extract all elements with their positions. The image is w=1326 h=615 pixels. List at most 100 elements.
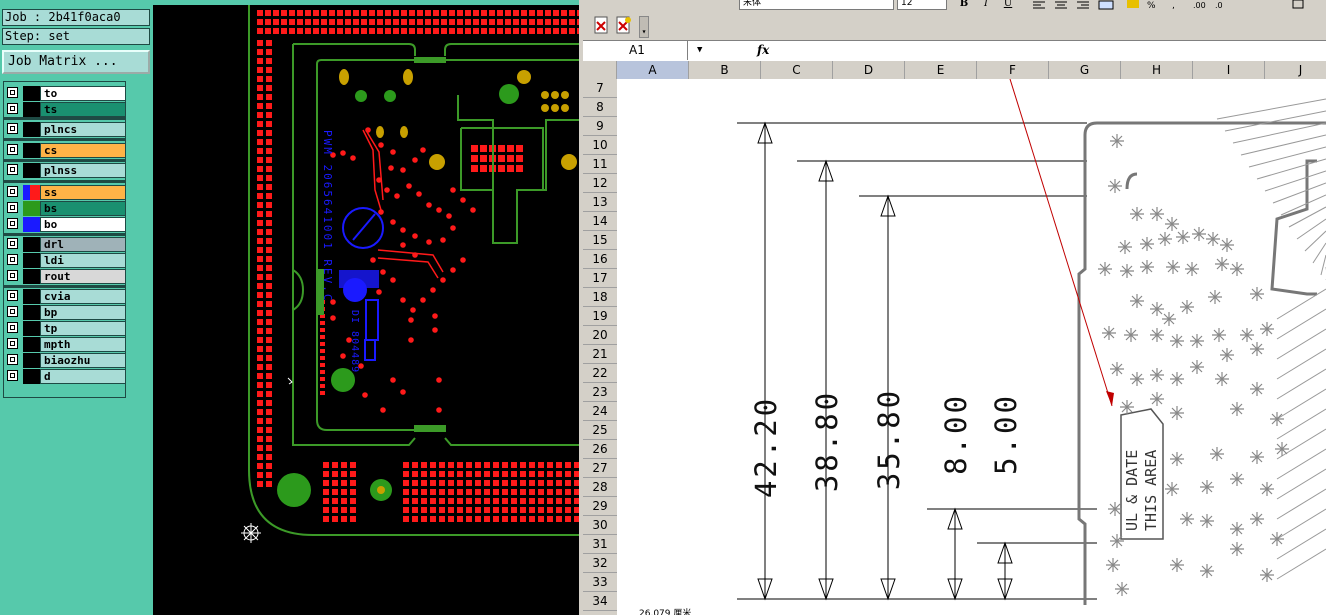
column-header-I[interactable]: I bbox=[1193, 61, 1265, 79]
column-header-G[interactable]: G bbox=[1049, 61, 1121, 79]
layer-checkbox[interactable] bbox=[7, 202, 18, 213]
row-header-25[interactable]: 25 bbox=[583, 421, 617, 440]
layer-checkbox[interactable] bbox=[7, 87, 18, 98]
row-header-33[interactable]: 33 bbox=[583, 573, 617, 592]
row-header-28[interactable]: 28 bbox=[583, 478, 617, 497]
layer-row-biaozhu[interactable]: biaozhu bbox=[6, 353, 126, 368]
row-header-21[interactable]: 21 bbox=[583, 345, 617, 364]
row-header-34[interactable]: 34 bbox=[583, 592, 617, 611]
layer-row-tp[interactable]: tp bbox=[6, 321, 126, 336]
pcb-graphics-canvas[interactable]: PWM 2065641001 REV.C DI 804489 bbox=[153, 0, 579, 615]
layer-color-swatch bbox=[23, 253, 40, 268]
column-header-E[interactable]: E bbox=[905, 61, 977, 79]
row-header-17[interactable]: 17 bbox=[583, 269, 617, 288]
row-header-10[interactable]: 10 bbox=[583, 136, 617, 155]
layer-name: d bbox=[40, 369, 126, 384]
layer-row-plncs[interactable]: plncs bbox=[6, 122, 126, 137]
cursor-marker-icon bbox=[287, 377, 293, 385]
row-header-13[interactable]: 13 bbox=[583, 193, 617, 212]
row-header-22[interactable]: 22 bbox=[583, 364, 617, 383]
row-header-14[interactable]: 14 bbox=[583, 212, 617, 231]
layer-checkbox[interactable] bbox=[7, 338, 18, 349]
row-header-11[interactable]: 11 bbox=[583, 155, 617, 174]
layer-checkbox[interactable] bbox=[7, 186, 18, 197]
layer-name: bs bbox=[40, 201, 126, 216]
select-all-corner[interactable] bbox=[583, 61, 617, 79]
row-header-30[interactable]: 30 bbox=[583, 516, 617, 535]
name-box-dropdown-icon[interactable]: ▼ bbox=[697, 45, 702, 55]
column-header-H[interactable]: H bbox=[1121, 61, 1193, 79]
column-header-D[interactable]: D bbox=[833, 61, 905, 79]
row-header-27[interactable]: 27 bbox=[583, 459, 617, 478]
layer-checkbox[interactable] bbox=[7, 103, 18, 114]
row-header-18[interactable]: 18 bbox=[583, 288, 617, 307]
layer-row-bo[interactable]: bo bbox=[6, 217, 126, 232]
layer-checkbox[interactable] bbox=[7, 290, 18, 301]
column-header-B[interactable]: B bbox=[689, 61, 761, 79]
insert-function-icon[interactable]: fx bbox=[757, 41, 769, 60]
layer-checkbox[interactable] bbox=[7, 354, 18, 365]
font-size-box[interactable]: 12 bbox=[897, 0, 947, 10]
layer-row-to[interactable]: to bbox=[6, 86, 126, 101]
row-header-12[interactable]: 12 bbox=[583, 174, 617, 193]
layer-checkbox[interactable] bbox=[7, 322, 18, 333]
layer-name: biaozhu bbox=[40, 353, 126, 368]
italic-button[interactable]: I bbox=[977, 0, 995, 9]
layer-checkbox[interactable] bbox=[7, 144, 18, 155]
row-header-9[interactable]: 9 bbox=[583, 117, 617, 136]
pdf-settings-icon[interactable] bbox=[615, 16, 633, 36]
column-header-J[interactable]: J bbox=[1265, 61, 1326, 79]
row-header-31[interactable]: 31 bbox=[583, 535, 617, 554]
row-header-23[interactable]: 23 bbox=[583, 383, 617, 402]
underline-button[interactable]: U bbox=[999, 0, 1017, 9]
layer-checkbox[interactable] bbox=[7, 218, 18, 229]
format-toolbar-icons[interactable]: % , .00 .0 bbox=[1029, 0, 1326, 10]
layer-name: cvia bbox=[40, 289, 126, 304]
layer-checkbox[interactable] bbox=[7, 164, 18, 175]
toolbar-overflow-icon[interactable]: ▾ bbox=[639, 16, 649, 38]
row-header-24[interactable]: 24 bbox=[583, 402, 617, 421]
cam-side-panel: Job : 2b41f0aca0 Step: set Job Matrix ..… bbox=[0, 0, 153, 615]
layer-row-plnss[interactable]: plnss bbox=[6, 163, 126, 178]
layer-row-cvia[interactable]: cvia bbox=[6, 289, 126, 304]
layer-row-cs[interactable]: cs bbox=[6, 143, 126, 158]
layer-row-mpth[interactable]: mpth bbox=[6, 337, 126, 352]
layer-row-ldi[interactable]: ldi bbox=[6, 253, 126, 268]
row-header-8[interactable]: 8 bbox=[583, 98, 617, 117]
row-header-29[interactable]: 29 bbox=[583, 497, 617, 516]
layer-checkbox[interactable] bbox=[7, 254, 18, 265]
row-header-26[interactable]: 26 bbox=[583, 440, 617, 459]
layer-row-ss[interactable]: ss bbox=[6, 185, 126, 200]
column-header-C[interactable]: C bbox=[761, 61, 833, 79]
job-matrix-button[interactable]: Job Matrix ... bbox=[2, 50, 150, 74]
layer-row-drl[interactable]: drl bbox=[6, 237, 126, 252]
font-name-box[interactable]: 宋体 bbox=[739, 0, 894, 10]
row-header-16[interactable]: 16 bbox=[583, 250, 617, 269]
worksheet-grid[interactable]: 42.20 38.80 35.80 8.00 5.00 UL & DATE THIS A… bbox=[617, 79, 1326, 615]
column-header-A[interactable]: A bbox=[617, 61, 689, 79]
layer-row-bs[interactable]: bs bbox=[6, 201, 126, 216]
svg-text:%: % bbox=[1147, 1, 1156, 10]
name-box[interactable]: A1 bbox=[583, 41, 688, 60]
layer-color-swatch bbox=[23, 337, 40, 352]
layer-checkbox[interactable] bbox=[7, 123, 18, 134]
layer-checkbox[interactable] bbox=[7, 270, 18, 281]
row-header-19[interactable]: 19 bbox=[583, 307, 617, 326]
layer-row-d[interactable]: d bbox=[6, 369, 126, 384]
layer-row-bp[interactable]: bp bbox=[6, 305, 126, 320]
layer-checkbox[interactable] bbox=[7, 370, 18, 381]
mount-hole bbox=[277, 473, 311, 507]
layer-checkbox[interactable] bbox=[7, 238, 18, 249]
row-header-32[interactable]: 32 bbox=[583, 554, 617, 573]
layer-group-separator bbox=[4, 138, 125, 141]
formula-bar: A1 ▼ fx bbox=[583, 40, 1326, 61]
layer-row-rout[interactable]: rout bbox=[6, 269, 126, 284]
pdf-export-icon[interactable] bbox=[593, 16, 611, 36]
row-header-15[interactable]: 15 bbox=[583, 231, 617, 250]
column-header-F[interactable]: F bbox=[977, 61, 1049, 79]
layer-row-ts[interactable]: ts bbox=[6, 102, 126, 117]
row-header-20[interactable]: 20 bbox=[583, 326, 617, 345]
layer-checkbox[interactable] bbox=[7, 306, 18, 317]
bold-button[interactable]: B bbox=[955, 0, 973, 9]
row-header-7[interactable]: 7 bbox=[583, 79, 617, 98]
